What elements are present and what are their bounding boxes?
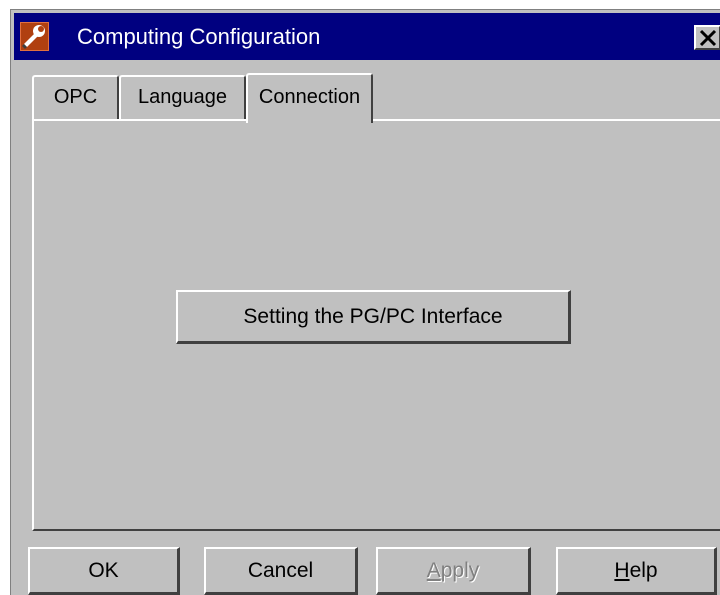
close-x-icon xyxy=(699,29,717,47)
wrench-tool-icon xyxy=(20,22,49,51)
help-mnemonic: H xyxy=(614,559,630,582)
title-bar[interactable]: Computing Configuration xyxy=(14,13,720,60)
setting-pg-pc-interface-button[interactable]: Setting the PG/PC Interface xyxy=(176,290,571,344)
configuration-dialog: Computing Configuration OPC Language Con… xyxy=(10,9,720,595)
window-title: Computing Configuration xyxy=(77,24,321,49)
help-label-rest: elp xyxy=(629,559,658,582)
apply-label-rest: pply xyxy=(440,559,480,582)
tab-connection-label: Connection xyxy=(258,86,361,108)
tab-connection[interactable]: Connection xyxy=(246,73,373,123)
apply-mnemonic: A xyxy=(426,559,441,582)
close-button[interactable] xyxy=(694,25,720,50)
ok-button[interactable]: OK xyxy=(28,547,180,595)
tab-opc[interactable]: OPC xyxy=(32,75,119,120)
tab-language[interactable]: Language xyxy=(119,75,246,120)
tab-language-label: Language xyxy=(138,86,227,108)
tab-opc-label: OPC xyxy=(53,86,98,108)
apply-button[interactable]: Apply xyxy=(376,547,531,595)
help-button[interactable]: Help xyxy=(556,547,717,595)
cancel-button[interactable]: Cancel xyxy=(204,547,358,595)
